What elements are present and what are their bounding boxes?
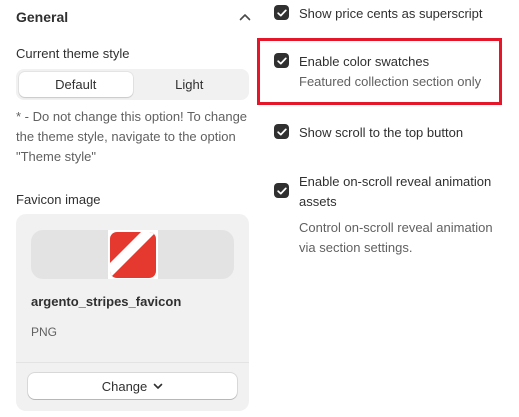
change-button-label: Change bbox=[101, 378, 148, 394]
checkbox-scroll-to-top[interactable] bbox=[274, 124, 289, 139]
option-scroll-to-top: Show scroll to the top button bbox=[274, 123, 463, 143]
section-title: General bbox=[16, 9, 69, 25]
option-label: Enable on-scroll reveal animation assets bbox=[299, 174, 492, 209]
highlight-annotation-box bbox=[257, 38, 502, 105]
favicon-preview bbox=[31, 230, 234, 279]
favicon-label: Favicon image bbox=[16, 192, 101, 207]
option-price-cents: Show price cents as superscript bbox=[274, 4, 483, 24]
option-label: Show price cents as superscript bbox=[299, 6, 483, 21]
general-section-header[interactable]: General bbox=[16, 6, 252, 28]
checkmark-icon bbox=[276, 9, 287, 16]
checkmark-icon bbox=[276, 187, 287, 194]
theme-help-text: * - Do not change this option! To change… bbox=[16, 109, 248, 164]
option-help-text: Control on-scroll reveal animation via s… bbox=[299, 220, 493, 255]
theme-style-label: Current theme style bbox=[16, 46, 130, 61]
option-label: Show scroll to the top button bbox=[299, 125, 464, 140]
theme-option-light[interactable]: Light bbox=[133, 72, 247, 97]
favicon-logo-icon bbox=[110, 231, 156, 278]
divider bbox=[16, 362, 249, 363]
change-favicon-button[interactable]: Change bbox=[28, 373, 237, 399]
option-reveal-animation: Enable on-scroll reveal animation assets… bbox=[274, 172, 504, 258]
checkmark-icon bbox=[276, 128, 287, 135]
chevron-up-icon[interactable] bbox=[238, 10, 252, 24]
checkbox-price-cents[interactable] bbox=[274, 5, 289, 20]
theme-style-segmented-control: Default Light bbox=[16, 69, 249, 100]
favicon-file-type: PNG bbox=[31, 325, 58, 339]
favicon-file-name: argento_stripes_favicon bbox=[31, 294, 182, 309]
favicon-card: argento_stripes_favicon PNG Change bbox=[16, 214, 249, 411]
theme-option-default[interactable]: Default bbox=[19, 72, 133, 97]
chevron-down-icon bbox=[153, 383, 163, 389]
checkbox-reveal-animation[interactable] bbox=[274, 183, 289, 198]
